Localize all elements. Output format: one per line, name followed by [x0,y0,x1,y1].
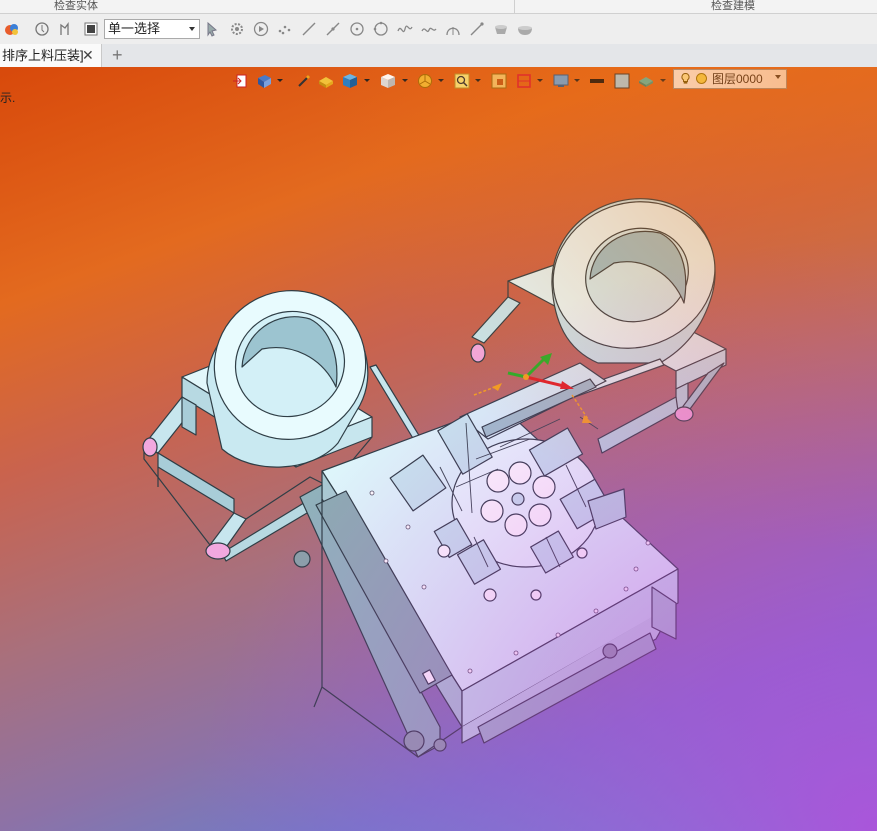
left-foot-2 [205,542,231,560]
ribbon-group-check-modeling[interactable]: 检查建模 [711,0,755,13]
pointer-icon[interactable] [204,21,220,37]
trim-icon[interactable] [469,21,485,37]
right-foot-1 [470,343,486,363]
rotate-icon[interactable] [34,21,50,37]
selection-toolbar: 单一选择 [0,14,877,45]
select-path-icon[interactable] [58,21,74,37]
stop-icon[interactable] [83,21,99,37]
new-tab-button[interactable]: + [112,44,123,66]
line2-icon[interactable] [325,21,341,37]
caster-wheel [403,730,425,752]
selection-mode-dropdown[interactable]: 单一选择 [104,19,200,39]
ribbon-group-check-solid[interactable]: 检查实体 [54,0,98,13]
caster-wheel [602,643,618,659]
chevron-down-icon [189,27,195,31]
right-foot-2 [674,406,694,422]
bowl-icon[interactable] [517,21,533,37]
ribbon-strip: 检查实体 检查建模 [0,0,877,14]
line-icon[interactable] [301,21,317,37]
document-tab-bar: 排序上料压装] ✕ + [0,44,877,68]
circle-icon[interactable] [373,21,389,37]
caster-wheel [293,550,311,568]
tab-document-label: 排序上料压装] [2,48,84,63]
gear-point-icon[interactable] [229,21,245,37]
viewport-3d[interactable]: 示. 图层0000 [0,67,877,831]
app-icon[interactable] [4,21,20,37]
selection-mode-value: 单一选择 [108,21,161,36]
cup-icon[interactable] [493,21,509,37]
ribbon-divider [514,0,515,13]
left-foot-1 [142,437,158,457]
cad-model-assembly[interactable] [0,67,877,831]
caster-wheel [433,738,447,752]
close-icon[interactable]: ✕ [82,44,94,67]
play-icon[interactable] [253,21,269,37]
points-icon[interactable] [277,21,293,37]
arc-icon[interactable] [445,21,461,37]
curve-icon[interactable] [421,21,437,37]
tab-document[interactable]: 排序上料压装] ✕ [0,44,102,67]
spline-icon[interactable] [397,21,413,37]
circle-center-icon[interactable] [349,21,365,37]
